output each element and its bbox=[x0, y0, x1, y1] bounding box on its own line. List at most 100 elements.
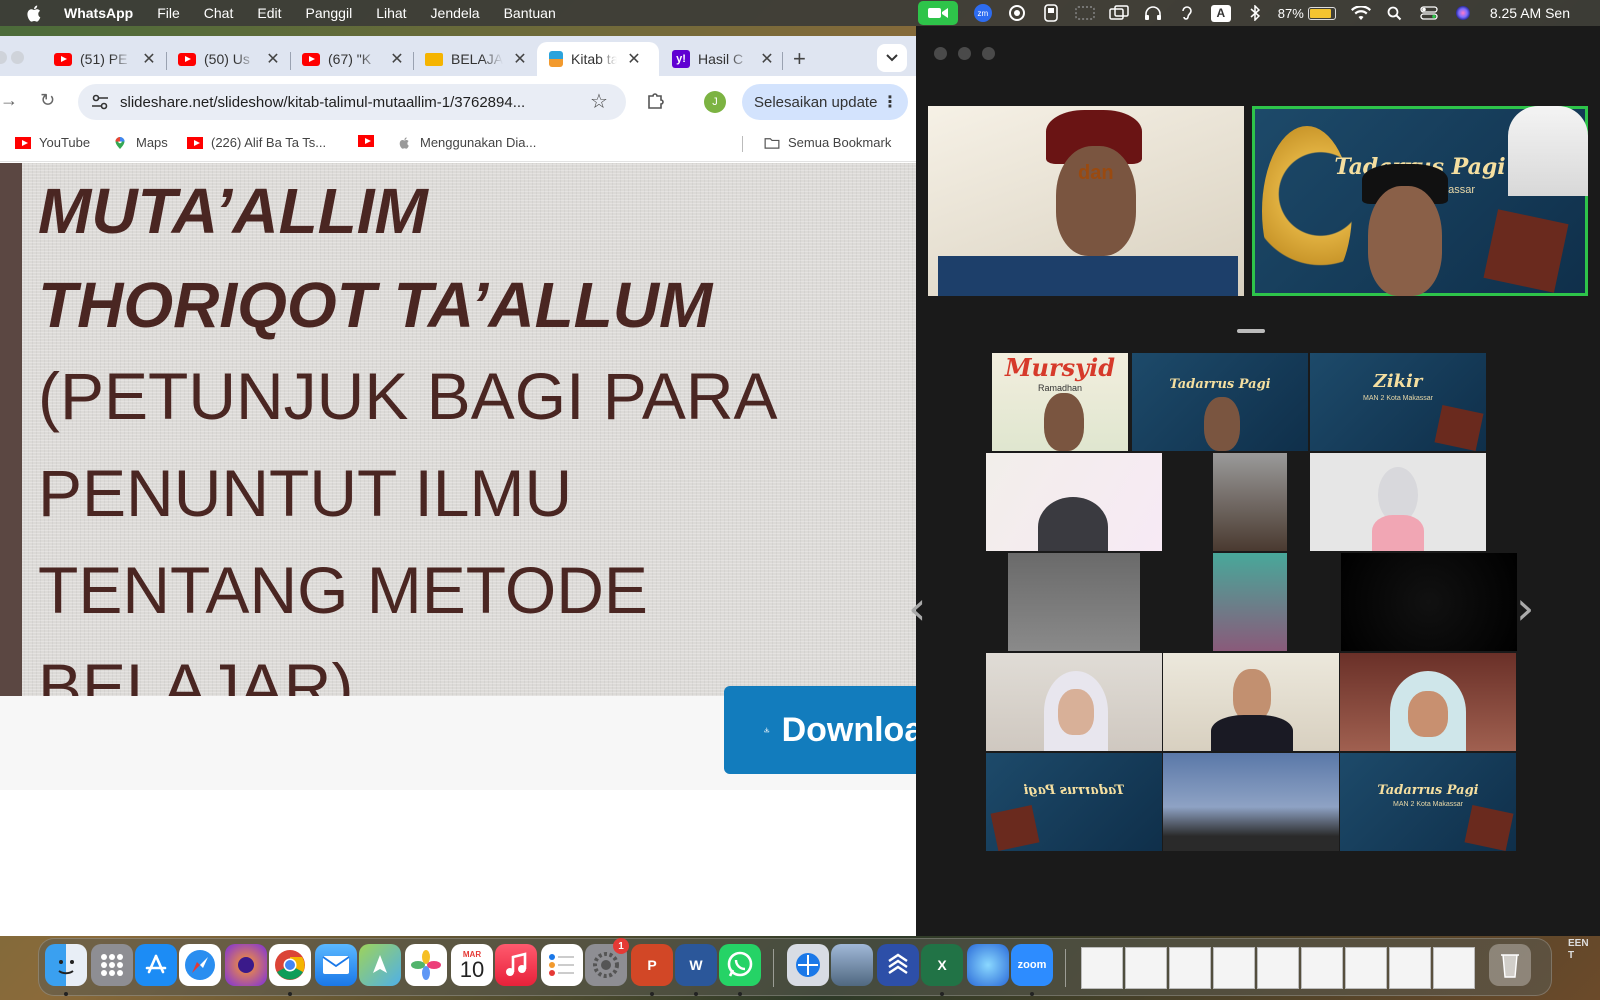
zoom-maximize-control[interactable] bbox=[982, 47, 995, 60]
siri-icon[interactable] bbox=[1452, 4, 1474, 22]
gallery-tile-2[interactable]: Tadarrus Pagi bbox=[1132, 353, 1308, 451]
menu-panggil[interactable]: Panggil bbox=[293, 5, 364, 21]
tab-youtube-2[interactable]: (50) Us ✕ bbox=[166, 42, 282, 76]
tab-slideshare-active[interactable]: Kitab ta ✕ bbox=[537, 42, 659, 76]
powerpoint-icon[interactable]: P bbox=[631, 944, 673, 986]
site-info-icon[interactable] bbox=[90, 92, 110, 112]
zoom-status-icon[interactable]: zm bbox=[972, 4, 994, 22]
zoom-close-control[interactable] bbox=[934, 47, 947, 60]
tab-yahoo[interactable]: y! Hasil C ✕ bbox=[660, 42, 776, 76]
gallery-tile-14[interactable] bbox=[1163, 753, 1339, 851]
calendar-icon[interactable]: MAR 10 bbox=[451, 944, 493, 986]
app-store-icon[interactable] bbox=[135, 944, 177, 986]
gallery-tile-3[interactable]: Zikir MAN 2 Kota Makassar bbox=[1310, 353, 1486, 451]
reminders-icon[interactable] bbox=[541, 944, 583, 986]
word-icon[interactable]: W bbox=[675, 944, 717, 986]
display-icon[interactable] bbox=[1040, 4, 1062, 22]
forward-arrow-icon[interactable]: → bbox=[0, 90, 18, 111]
preview-icon[interactable] bbox=[831, 944, 873, 986]
gallery-tile-10[interactable] bbox=[986, 653, 1162, 751]
new-tab-plus-icon[interactable]: + bbox=[793, 46, 806, 72]
address-bar[interactable]: slideshare.net/slideshow/kitab-talimul-m… bbox=[78, 84, 626, 120]
mail-icon[interactable] bbox=[315, 944, 357, 986]
document-thumbnail[interactable] bbox=[1389, 947, 1431, 989]
hearing-icon[interactable] bbox=[1176, 4, 1198, 22]
gallery-tile-9[interactable] bbox=[1341, 553, 1517, 651]
bookmark-alif-ba-ta[interactable]: (226) Alif Ba Ta Ts... bbox=[187, 135, 326, 150]
tab-close-icon[interactable]: ✕ bbox=[511, 49, 529, 69]
music-icon[interactable] bbox=[495, 944, 537, 986]
gallery-prev-arrow-icon[interactable]: ‹ bbox=[908, 581, 926, 635]
tab-close-icon[interactable]: ✕ bbox=[625, 49, 643, 69]
bookmark-youtube-unnamed[interactable] bbox=[358, 135, 374, 147]
menu-file[interactable]: File bbox=[145, 5, 192, 21]
gallery-resize-handle[interactable] bbox=[1237, 329, 1265, 333]
menu-app-name[interactable]: WhatsApp bbox=[52, 5, 145, 21]
speaker-video-2-active[interactable]: Tadarrus Pagi MAN 2 Kota Makassar bbox=[1252, 106, 1588, 296]
spotlight-search-icon[interactable] bbox=[1384, 4, 1406, 22]
whatsapp-icon[interactable] bbox=[719, 944, 761, 986]
tab-google-slides[interactable]: BELAJAR ✕ bbox=[413, 42, 529, 76]
extensions-puzzle-icon[interactable] bbox=[646, 90, 666, 115]
tab-youtube-3[interactable]: (67) "K ✕ bbox=[290, 42, 406, 76]
mirroring-icon[interactable] bbox=[1108, 4, 1130, 22]
gallery-tile-4[interactable] bbox=[986, 453, 1162, 551]
system-settings-icon[interactable]: 1 bbox=[585, 938, 629, 986]
bookmark-youtube[interactable]: YouTube bbox=[15, 135, 90, 150]
launchpad-icon[interactable] bbox=[91, 944, 133, 986]
gallery-tile-6[interactable] bbox=[1310, 453, 1486, 551]
zoom-app-icon[interactable]: zoom bbox=[1011, 944, 1053, 986]
tab-close-icon[interactable]: ✕ bbox=[264, 49, 282, 69]
update-chrome-button[interactable]: Selesaikan update ⋮ bbox=[742, 84, 908, 120]
remote-desktop-icon[interactable] bbox=[967, 944, 1009, 986]
stage-manager-icon[interactable] bbox=[1074, 4, 1096, 22]
document-thumbnail[interactable] bbox=[1257, 947, 1299, 989]
reload-icon[interactable]: ↻ bbox=[40, 90, 55, 111]
profile-avatar[interactable]: J bbox=[704, 91, 726, 113]
gallery-tile-8[interactable] bbox=[1213, 553, 1287, 651]
gallery-tile-11[interactable] bbox=[1163, 653, 1339, 751]
download-button[interactable]: Download bbox=[724, 686, 916, 774]
chrome-icon[interactable] bbox=[269, 944, 311, 986]
document-thumbnail[interactable] bbox=[1433, 947, 1475, 989]
document-thumbnail[interactable] bbox=[1081, 947, 1123, 989]
menu-jendela[interactable]: Jendela bbox=[419, 5, 492, 21]
all-bookmarks-folder[interactable]: Semua Bookmark bbox=[764, 135, 891, 150]
bluetooth-icon[interactable] bbox=[1244, 4, 1266, 22]
document-thumbnail[interactable] bbox=[1345, 947, 1387, 989]
gallery-next-arrow-icon[interactable]: › bbox=[1516, 581, 1534, 635]
bookmark-menggunakan[interactable]: Menggunakan Dia... bbox=[396, 135, 536, 150]
menu-edit[interactable]: Edit bbox=[245, 5, 293, 21]
tab-close-icon[interactable]: ✕ bbox=[140, 49, 158, 69]
tab-close-icon[interactable]: ✕ bbox=[388, 49, 406, 69]
tab-youtube-1[interactable]: (51) PE ✕ bbox=[42, 42, 158, 76]
finder-icon[interactable] bbox=[45, 944, 87, 986]
menubar-clock[interactable]: 8.25 AM Sen bbox=[1490, 5, 1570, 21]
excel-icon[interactable]: X bbox=[921, 944, 963, 986]
trash-icon[interactable] bbox=[1489, 944, 1531, 986]
tab-close-icon[interactable]: ✕ bbox=[758, 49, 776, 69]
window-zoom-control[interactable] bbox=[0, 51, 7, 64]
photos-icon[interactable] bbox=[405, 944, 447, 986]
zoom-minimize-control[interactable] bbox=[958, 47, 971, 60]
document-thumbnail[interactable] bbox=[1213, 947, 1255, 989]
stack-app-icon[interactable] bbox=[877, 944, 919, 986]
gallery-tile-12[interactable] bbox=[1340, 653, 1516, 751]
gallery-tile-7[interactable] bbox=[1008, 553, 1140, 651]
address-url[interactable]: slideshare.net/slideshow/kitab-talimul-m… bbox=[120, 94, 525, 111]
kebab-menu-icon[interactable]: ⋮ bbox=[882, 92, 898, 112]
maps-app-icon[interactable] bbox=[359, 944, 401, 986]
battery-icon[interactable] bbox=[1307, 6, 1336, 20]
menu-chat[interactable]: Chat bbox=[192, 5, 246, 21]
firefox-icon[interactable] bbox=[225, 944, 267, 986]
control-center-icon[interactable] bbox=[1418, 4, 1440, 22]
speaker-video-1[interactable]: dan bbox=[928, 106, 1244, 296]
document-thumbnail[interactable] bbox=[1301, 947, 1343, 989]
bookmark-maps[interactable]: Maps bbox=[112, 135, 168, 150]
wifi-icon[interactable] bbox=[1350, 4, 1372, 22]
apple-menu-icon[interactable] bbox=[22, 4, 44, 22]
tab-search-chevron-icon[interactable] bbox=[877, 44, 907, 72]
document-thumbnail[interactable] bbox=[1125, 947, 1167, 989]
video-camera-icon[interactable] bbox=[917, 1, 958, 25]
safari-icon[interactable] bbox=[179, 944, 221, 986]
